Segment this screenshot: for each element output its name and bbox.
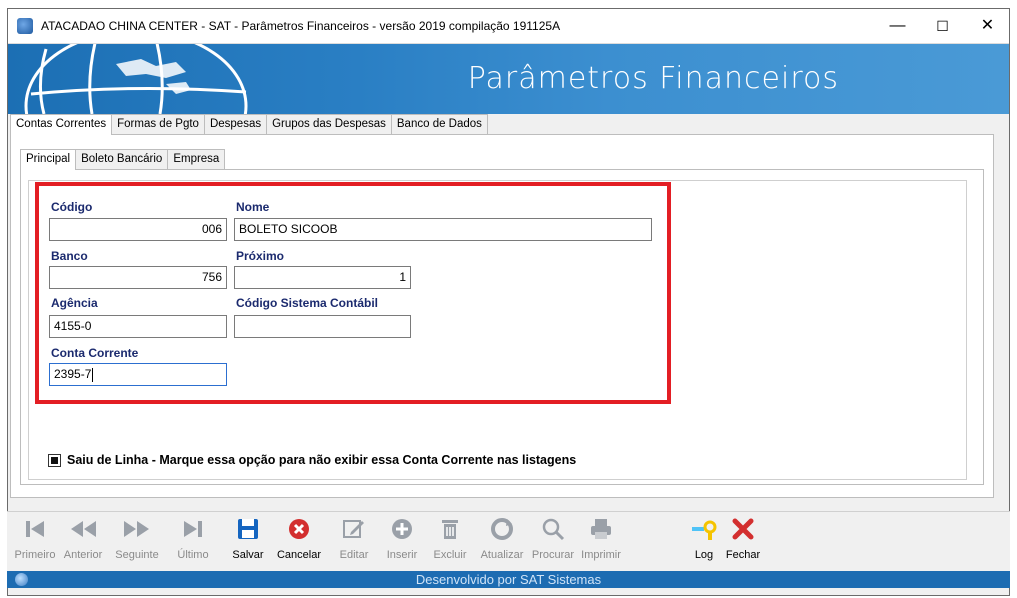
saiu-de-linha-checkbox[interactable] <box>48 454 61 467</box>
primeiro-button[interactable]: Primeiro <box>9 512 61 572</box>
sub-tabs: Principal Boleto Bancário Empresa <box>20 149 226 170</box>
tab-principal[interactable]: Principal <box>20 149 77 170</box>
minimize-button[interactable]: — <box>875 9 920 43</box>
cancel-icon <box>273 516 325 542</box>
highlight-box <box>35 182 671 404</box>
procurar-button[interactable]: Procurar <box>527 512 579 572</box>
atualizar-button[interactable]: Atualizar <box>476 512 528 572</box>
delete-icon <box>424 516 476 542</box>
close-window-button[interactable]: ✕ <box>965 9 1009 43</box>
search-icon <box>527 516 579 542</box>
toolbar: Primeiro Anterior Seguinte Último Salvar… <box>7 511 1010 572</box>
first-icon <box>9 516 61 542</box>
app-icon <box>17 18 33 34</box>
footer-text: Desenvolvido por SAT Sistemas <box>415 572 602 587</box>
last-icon <box>167 516 219 542</box>
tab-banco-de-dados[interactable]: Banco de Dados <box>390 114 488 134</box>
save-icon <box>222 516 274 542</box>
previous-icon <box>57 516 109 542</box>
tab-despesas[interactable]: Despesas <box>203 114 268 134</box>
excluir-button[interactable]: Excluir <box>424 512 476 572</box>
main-tabs: Contas Correntes Formas de Pgto Despesas… <box>10 114 488 135</box>
inserir-button[interactable]: Inserir <box>376 512 428 572</box>
anterior-button[interactable]: Anterior <box>57 512 109 572</box>
imprimir-label: Imprimir <box>581 549 621 561</box>
edit-icon <box>328 516 380 542</box>
tab-boleto-bancario[interactable]: Boleto Bancário <box>75 149 169 169</box>
maximize-button[interactable]: ☐ <box>920 9 965 43</box>
next-icon <box>111 516 163 542</box>
saiu-de-linha-label[interactable]: Saiu de Linha - Marque essa opção para n… <box>67 453 576 467</box>
globe-logo-icon <box>24 44 248 114</box>
cancelar-button[interactable]: Cancelar <box>273 512 325 572</box>
refresh-icon <box>476 516 528 542</box>
print-icon <box>575 516 627 542</box>
tab-grupos-das-despesas[interactable]: Grupos das Despesas <box>266 114 392 134</box>
tab-empresa[interactable]: Empresa <box>167 149 226 169</box>
imprimir-button[interactable]: Imprimir <box>575 512 627 572</box>
salvar-button[interactable]: Salvar <box>222 512 274 572</box>
insert-icon <box>376 516 428 542</box>
close-icon <box>717 516 769 542</box>
seguinte-label: Seguinte <box>115 549 159 561</box>
window-title: ATACADAO CHINA CENTER - SAT - Parâmetros… <box>41 19 561 33</box>
title-bar[interactable]: ATACADAO CHINA CENTER - SAT - Parâmetros… <box>8 9 1009 44</box>
fechar-button[interactable]: Fechar <box>717 512 769 572</box>
banner-title: Parâmetros Financeiros <box>467 61 839 96</box>
tab-formas-de-pgto[interactable]: Formas de Pgto <box>111 114 205 134</box>
ultimo-button[interactable]: Último <box>167 512 219 572</box>
tab-contas-correntes[interactable]: Contas Correntes <box>10 114 113 135</box>
fechar-label: Fechar <box>725 549 761 561</box>
seguinte-button[interactable]: Seguinte <box>111 512 163 572</box>
editar-button[interactable]: Editar <box>328 512 380 572</box>
footer-bar: Desenvolvido por SAT Sistemas <box>7 571 1010 588</box>
header-banner: Parâmetros Financeiros <box>8 44 1009 114</box>
footer-globe-icon <box>15 573 28 586</box>
